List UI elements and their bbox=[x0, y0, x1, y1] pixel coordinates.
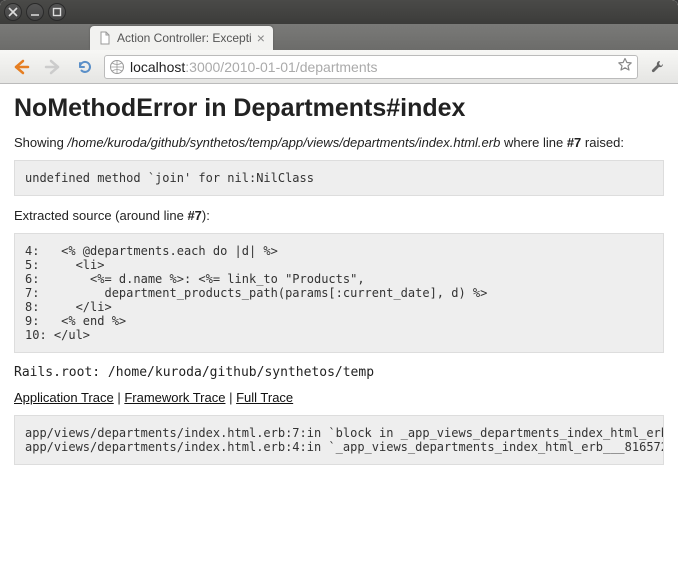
address-bar[interactable]: localhost:3000/2010-01-01/departments bbox=[104, 55, 638, 79]
url-host: localhost bbox=[130, 59, 185, 75]
browser-tab[interactable]: Action Controller: Excepti × bbox=[90, 26, 273, 50]
wrench-icon bbox=[648, 58, 666, 76]
trace-separator: | bbox=[114, 390, 125, 405]
tab-title: Action Controller: Excepti bbox=[117, 31, 252, 45]
showing-suffix: raised: bbox=[581, 135, 624, 150]
maximize-window-button[interactable] bbox=[48, 3, 66, 21]
browser-toolbar: localhost:3000/2010-01-01/departments bbox=[0, 50, 678, 84]
tab-close-button[interactable]: × bbox=[257, 30, 265, 46]
full-trace-link[interactable]: Full Trace bbox=[236, 390, 293, 405]
extracted-suffix: ): bbox=[202, 208, 210, 223]
back-arrow-icon bbox=[12, 58, 30, 76]
forward-arrow-icon bbox=[44, 58, 62, 76]
bookmark-star-button[interactable] bbox=[617, 57, 633, 76]
showing-prefix: Showing bbox=[14, 135, 67, 150]
source-extract-box: 4: <% @departments.each do |d| %> 5: <li… bbox=[14, 233, 664, 353]
close-window-button[interactable] bbox=[4, 3, 22, 21]
page-icon bbox=[98, 31, 112, 45]
forward-button[interactable] bbox=[40, 54, 66, 80]
line-ref: #7 bbox=[567, 135, 581, 150]
wrench-menu-button[interactable] bbox=[644, 54, 670, 80]
close-icon bbox=[8, 7, 18, 17]
url-path: :3000/2010-01-01/departments bbox=[185, 59, 377, 75]
window-titlebar bbox=[0, 0, 678, 24]
globe-icon bbox=[109, 59, 125, 75]
template-path: /home/kuroda/github/synthetos/temp/app/v… bbox=[67, 135, 500, 150]
extracted-source-line: Extracted source (around line #7): bbox=[14, 208, 664, 223]
extracted-prefix: Extracted source (around line bbox=[14, 208, 187, 223]
back-button[interactable] bbox=[8, 54, 34, 80]
trace-separator: | bbox=[225, 390, 236, 405]
minimize-icon bbox=[30, 7, 40, 17]
error-heading: NoMethodError in Departments#index bbox=[14, 94, 664, 123]
minimize-window-button[interactable] bbox=[26, 3, 44, 21]
browser-window: Action Controller: Excepti × localhost:3… bbox=[0, 0, 678, 568]
showing-mid: where line bbox=[500, 135, 566, 150]
showing-line: Showing /home/kuroda/github/synthetos/te… bbox=[14, 135, 664, 150]
page-content[interactable]: NoMethodError in Departments#index Showi… bbox=[0, 84, 678, 568]
reload-icon bbox=[76, 58, 94, 76]
application-trace-link[interactable]: Application Trace bbox=[14, 390, 114, 405]
tab-bar: Action Controller: Excepti × bbox=[0, 24, 678, 50]
extracted-line: #7 bbox=[187, 208, 201, 223]
error-message-box: undefined method `join' for nil:NilClass bbox=[14, 160, 664, 196]
star-icon bbox=[617, 57, 633, 73]
trace-links: Application Trace | Framework Trace | Fu… bbox=[14, 390, 664, 405]
trace-output-box: app/views/departments/index.html.erb:7:i… bbox=[14, 415, 664, 465]
framework-trace-link[interactable]: Framework Trace bbox=[124, 390, 225, 405]
reload-button[interactable] bbox=[72, 54, 98, 80]
maximize-icon bbox=[52, 7, 62, 17]
rails-root: Rails.root: /home/kuroda/github/syntheto… bbox=[14, 365, 664, 380]
